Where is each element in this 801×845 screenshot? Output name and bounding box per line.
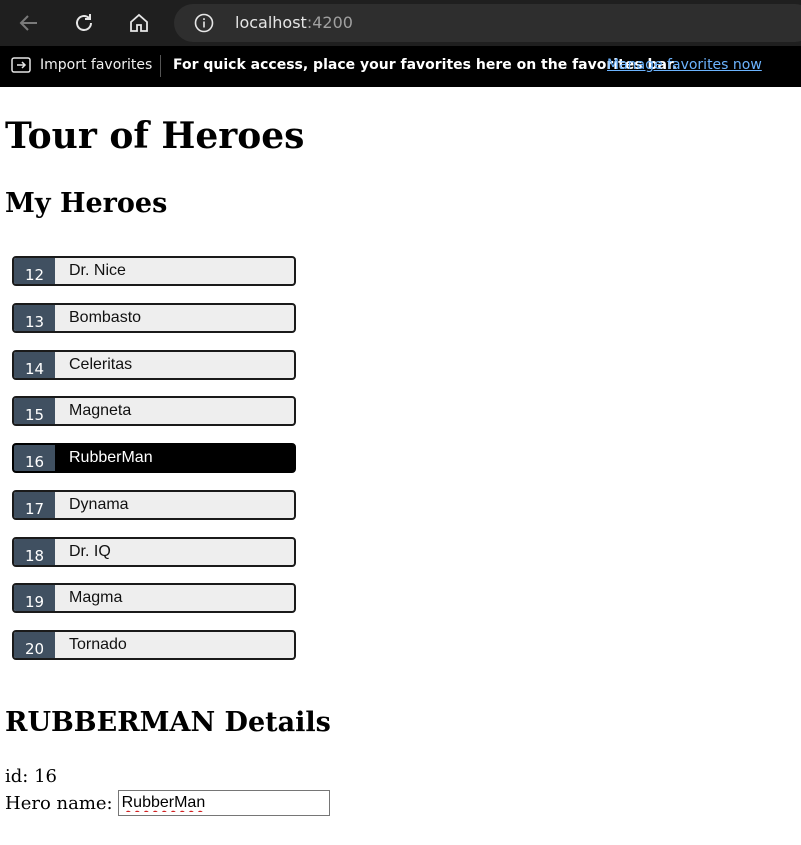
- hero-id-badge: 20: [14, 632, 55, 658]
- hero-item[interactable]: 15 Magneta: [12, 396, 296, 427]
- hero-name: Bombasto: [69, 308, 142, 326]
- hero-item[interactable]: 13 Bombasto: [12, 302, 296, 333]
- hero-name: Dr. IQ: [69, 542, 111, 560]
- heroes-list-title: My Heroes: [5, 188, 168, 219]
- hero-item[interactable]: 19 Magma: [12, 583, 296, 614]
- hero-name: Magma: [69, 589, 123, 607]
- browser-toolbar: localhost:4200: [0, 0, 801, 46]
- hero-id-badge: 19: [14, 585, 55, 612]
- hero-name: Dr. Nice: [69, 262, 126, 279]
- favorites-message: For quick access, place your favorites h…: [173, 57, 678, 73]
- back-button[interactable]: [14, 8, 44, 38]
- refresh-button[interactable]: [69, 8, 99, 38]
- hero-item[interactable]: 17 Dynama: [12, 489, 296, 520]
- home-button[interactable]: [124, 8, 154, 38]
- hero-id-badge: 13: [14, 304, 55, 331]
- hero-item[interactable]: 20 Tornado: [12, 630, 296, 660]
- address-url[interactable]: localhost:4200: [235, 13, 353, 32]
- hero-id-badge: 16: [14, 445, 55, 471]
- hero-item[interactable]: 14 Celeritas: [12, 349, 296, 380]
- address-port: :4200: [306, 13, 353, 32]
- hero-name: Tornado: [69, 636, 127, 653]
- hero-id-badge: 18: [14, 538, 55, 565]
- hero-id-badge: 14: [14, 351, 55, 378]
- import-favorites-button[interactable]: Import favorites: [10, 55, 152, 75]
- favorites-bar: Import favorites For quick access, place…: [0, 46, 801, 87]
- manage-favorites-link[interactable]: Manage favorites now: [607, 57, 762, 73]
- address-bar[interactable]: localhost:4200: [174, 4, 801, 42]
- site-info-icon[interactable]: [194, 13, 214, 33]
- hero-id-badge: 17: [14, 491, 55, 518]
- hero-name: Celeritas: [69, 355, 133, 373]
- hero-name: RubberMan: [69, 449, 153, 466]
- back-arrow-icon: [19, 15, 37, 31]
- hero-id-text: id: 16: [5, 766, 57, 787]
- import-favorites-label: Import favorites: [40, 57, 153, 73]
- import-favorites-icon: [11, 57, 31, 73]
- hero-name: Magneta: [69, 402, 132, 420]
- refresh-icon: [76, 14, 92, 31]
- hero-name: Dynama: [69, 495, 129, 513]
- hero-item-selected[interactable]: 16 RubberMan: [12, 443, 296, 473]
- hero-details-title: RUBBERMAN Details: [5, 707, 331, 738]
- hero-item[interactable]: 12 Dr. Nice: [12, 256, 296, 286]
- heroes-list: 12 Dr. Nice 13 Bombasto 14 Celeritas 15 Magn…: [12, 256, 296, 677]
- favorites-divider: [160, 55, 161, 77]
- hero-name-label: Hero name:: [5, 792, 113, 814]
- hero-name-input[interactable]: [117, 790, 330, 816]
- hero-name-row: Hero name:: [5, 790, 330, 816]
- hero-id-badge: 12: [14, 258, 55, 284]
- address-host: localhost: [235, 13, 307, 32]
- hero-id-badge: 15: [14, 398, 55, 425]
- home-icon: [130, 13, 148, 32]
- hero-item[interactable]: 18 Dr. IQ: [12, 536, 296, 567]
- app-title: Tour of Heroes: [5, 115, 305, 157]
